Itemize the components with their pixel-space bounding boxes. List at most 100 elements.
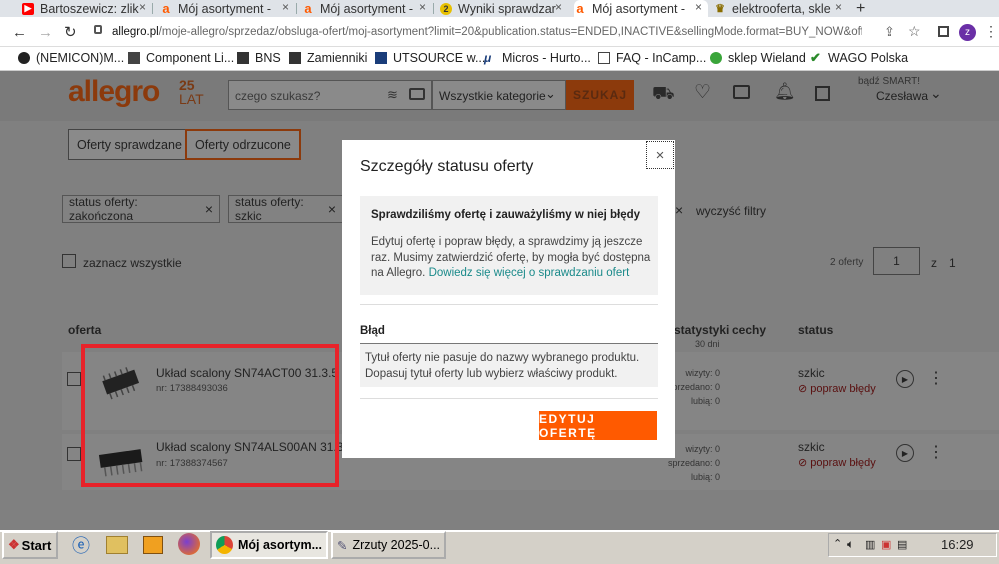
menu-icon[interactable]: ⋮ (984, 23, 998, 40)
messages-icon[interactable] (733, 85, 750, 99)
close-tab-icon[interactable]: × (555, 0, 562, 14)
bookmark-3[interactable]: BNS (237, 51, 281, 65)
folder-icon[interactable] (106, 536, 128, 554)
fix-errors-link[interactable]: ⊘ popraw błędy (798, 456, 876, 469)
tab-checked-offers[interactable]: Oferty sprawdzane (68, 129, 191, 160)
close-tab-icon[interactable]: × (695, 0, 702, 14)
chevron-down-icon[interactable]: ⌄ (930, 85, 942, 102)
page-total: 1 (949, 256, 956, 270)
tab-active[interactable]: a Mój asortyment - × (574, 0, 708, 17)
security-icon[interactable]: ▣ (881, 538, 891, 551)
bookmark-1[interactable]: (NEMICON)M... (18, 51, 124, 65)
windows-icon: ❖ (8, 537, 20, 552)
cart-icon[interactable] (815, 86, 830, 101)
taskbar-item-browser[interactable]: Mój asortym... (210, 531, 328, 559)
info-text: Edytuj ofertę i popraw błędy, a sprawdzi… (371, 236, 651, 279)
more-icon[interactable]: ⋮ (928, 442, 944, 462)
more-icon[interactable]: ⋮ (928, 368, 944, 388)
start-button[interactable]: ❖ Start (2, 531, 58, 559)
sidebar-icon[interactable] (938, 26, 949, 37)
battery-icon[interactable]: ▤ (897, 538, 907, 551)
bookmark-5[interactable]: UTSOURCE w... (375, 51, 485, 65)
bookmark-8[interactable]: sklep Wieland (710, 51, 806, 65)
close-modal-button[interactable]: × (646, 141, 674, 169)
share-icon[interactable]: ⇪ (884, 24, 895, 40)
offer-views: wizyty: 0 (685, 444, 720, 454)
heart-icon[interactable]: ♡ (694, 81, 711, 104)
bookmark-icon: ✔ (810, 50, 821, 65)
lock-icon[interactable] (94, 25, 102, 34)
category-select[interactable]: Wszystkie kategorie ⌄ (432, 80, 566, 110)
learn-more-link[interactable]: Dowiedz się więcej o sprawdzaniu ofert (429, 267, 630, 279)
profile-avatar[interactable]: z (959, 24, 976, 41)
tab-3[interactable]: a Mój asortyment - × (302, 0, 432, 17)
allegro-logo[interactable]: allegro (68, 75, 160, 109)
smart-label[interactable]: bądź SMART! (858, 76, 920, 87)
filter-chip-draft[interactable]: status oferty: szkic × (228, 195, 343, 223)
tab-6[interactable]: ♛ elektrooferta, skle × (714, 0, 848, 17)
page-number-input[interactable]: 1 (873, 247, 920, 275)
clear-filters-link[interactable]: wyczyść filtry (696, 204, 766, 218)
close-icon[interactable]: × (328, 201, 336, 217)
modal-title: Szczegóły statusu oferty (360, 158, 534, 175)
logo-sub: LAT (179, 91, 204, 107)
voice-search-icon[interactable]: ≋ (387, 87, 398, 103)
close-tab-icon[interactable]: × (282, 0, 289, 14)
play-icon[interactable]: ▶ (896, 370, 914, 388)
bookmark-6[interactable]: μ Micros - Hurto... (484, 51, 591, 65)
filter-chip-ended[interactable]: status oferty: zakończona × (62, 195, 220, 223)
search-button[interactable]: SZUKAJ (566, 80, 634, 110)
select-all-checkbox[interactable] (62, 254, 76, 268)
column-status: status (798, 323, 834, 337)
tab-4[interactable]: 2 Wyniki sprawdzar × (440, 0, 568, 17)
bookmark-icon (237, 52, 249, 64)
star-icon[interactable]: ☆ (908, 23, 921, 40)
column-stats: statystyki (674, 323, 730, 337)
tab-1[interactable]: ▶ Bartoszewicz: zlik × (22, 0, 152, 17)
fix-errors-link[interactable]: ⊘ popraw błędy (798, 382, 876, 395)
search-input[interactable]: czego szukasz? ≋ (228, 80, 432, 110)
ie-icon[interactable]: ⓔ (72, 531, 90, 559)
forward-icon[interactable]: → (38, 24, 53, 41)
close-tab-icon[interactable]: × (139, 0, 146, 14)
tab-rejected-offers[interactable]: Oferty odrzucone (185, 129, 301, 160)
allegro-icon: a (576, 1, 584, 16)
reload-icon[interactable]: ↻ (64, 23, 77, 41)
media-icon[interactable] (143, 536, 163, 554)
allegro-icon: a (162, 1, 170, 16)
bookmark-4[interactable]: Zamienniki (289, 51, 367, 65)
close-icon[interactable]: × (675, 202, 683, 218)
truck-icon[interactable]: ⛟ (652, 83, 675, 107)
new-tab-button[interactable]: + (856, 0, 872, 17)
edit-offer-button[interactable]: EDYTUJ OFERTĘ (539, 411, 657, 440)
chevron-up-icon[interactable]: ⌃ (833, 537, 842, 550)
bookmark-icon (289, 52, 301, 64)
bookmark-9[interactable]: ✔ WAGO Polska (810, 51, 908, 65)
close-icon[interactable]: × (205, 201, 213, 217)
info-title: Sprawdziliśmy ofertę i zauważyliśmy w ni… (371, 209, 641, 221)
user-name[interactable]: Czesława (876, 89, 928, 103)
clock[interactable]: 16:29 (941, 537, 974, 552)
offer-likes: lubią: 0 (690, 472, 720, 482)
row-checkbox[interactable] (67, 447, 81, 461)
close-tab-icon[interactable]: × (419, 0, 426, 14)
bookmark-2[interactable]: Component Li... (128, 51, 234, 65)
tab-2[interactable]: a Mój asortyment - × (160, 0, 295, 17)
column-features: cechy (732, 323, 767, 337)
offer-views: wizyty: 0 (685, 368, 720, 378)
firefox-icon[interactable] (178, 533, 200, 555)
play-icon[interactable]: ▶ (896, 444, 914, 462)
offer-status: szkic (798, 366, 825, 380)
error-heading: Błąd (360, 325, 385, 337)
bookmark-7[interactable]: FAQ - InCamp... (598, 51, 706, 65)
network-icon[interactable]: ▥ (865, 538, 875, 551)
volume-icon[interactable]: 🔈︎ (847, 537, 854, 552)
url-field[interactable]: allegro.pl/moje-allegro/sprzedaz/obsluga… (112, 26, 862, 38)
bell-icon[interactable]: 🔔︎ (774, 82, 796, 102)
camera-icon[interactable] (409, 88, 425, 100)
bookmark-icon (375, 52, 387, 64)
close-tab-icon[interactable]: × (835, 0, 842, 14)
back-icon[interactable]: ← (12, 24, 27, 41)
row-checkbox[interactable] (67, 372, 81, 386)
taskbar-item-screenshots[interactable]: ✎ Zrzuty 2025-0... (331, 531, 446, 559)
